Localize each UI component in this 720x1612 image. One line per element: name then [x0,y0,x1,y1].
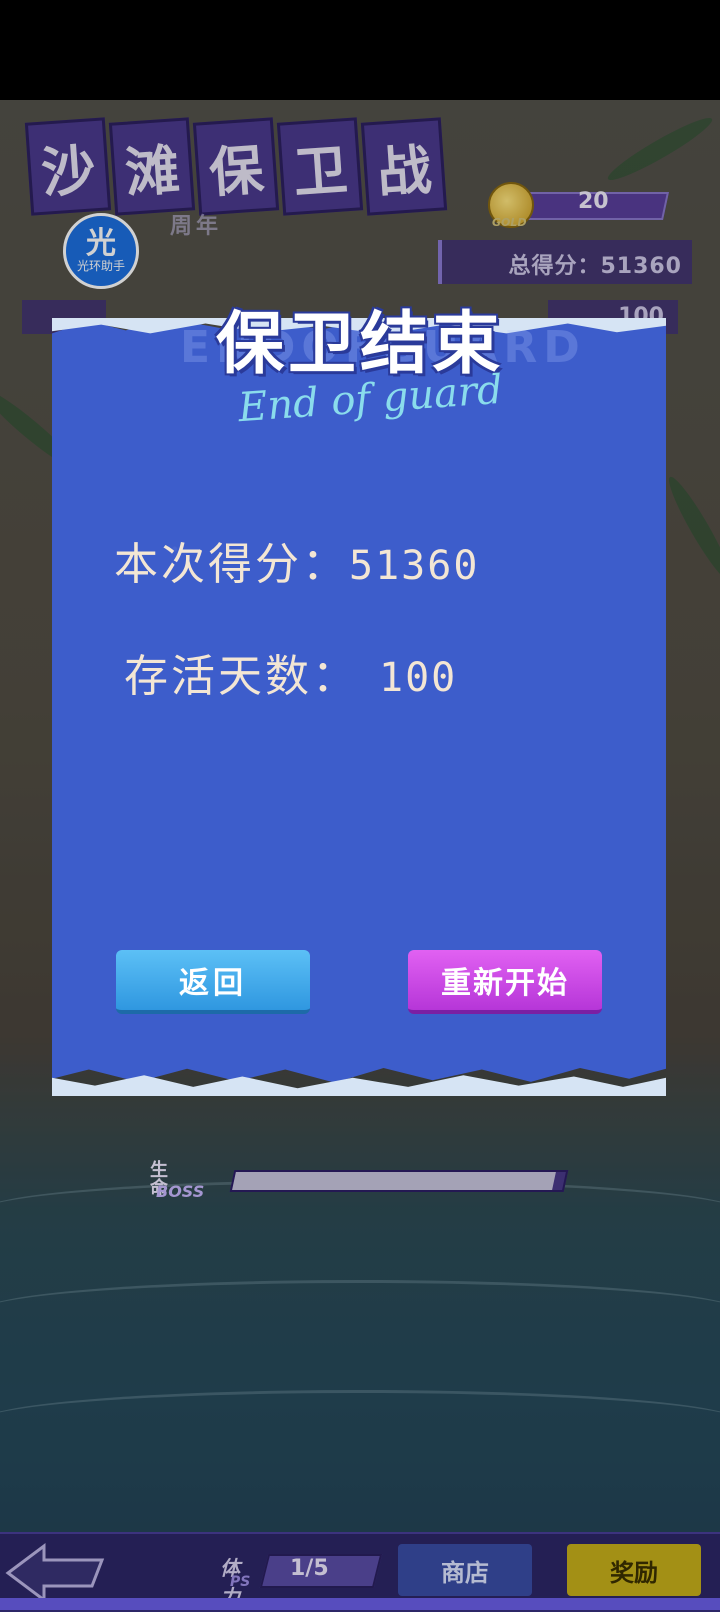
score-value: 51360 [349,543,480,589]
survival-days-label: 存活天数： [124,651,359,702]
survival-days-value: 100 [379,655,458,701]
restart-button[interactable]: 重新开始 [408,950,602,1014]
score-row: 本次得分：51360 [114,528,479,592]
modal-title: 保卫结束 [215,305,504,384]
status-bar [0,0,720,100]
back-button[interactable]: 返回 [116,950,310,1014]
survival-days-row: 存活天数： 100 [124,640,457,704]
score-label: 本次得分： [114,539,349,590]
